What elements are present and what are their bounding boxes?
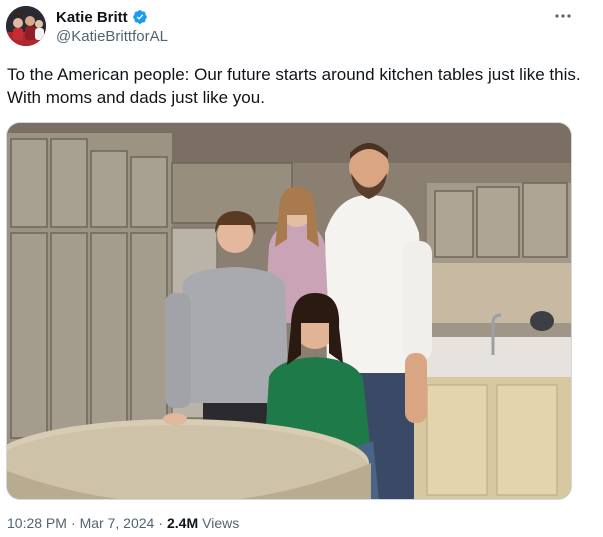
profile-photo-icon [6,6,46,46]
verified-badge-icon [132,9,148,25]
family-kitchen-photo-icon [7,123,571,499]
tweet-media-photo[interactable] [6,122,572,500]
display-name[interactable]: Katie Britt [56,9,128,26]
more-options-icon[interactable] [552,7,574,25]
tweet-card[interactable]: Katie Britt @KatieBrittforAL To the Amer… [0,0,603,537]
views-count: 2.4M [167,515,199,531]
tweet-metadata: 10:28 PM · Mar 7, 2024 · 2.4M Views [7,515,239,531]
views-label: Views [202,515,240,531]
tweet-time[interactable]: 10:28 PM [7,515,67,531]
avatar[interactable] [6,6,46,46]
tweet-date[interactable]: Mar 7, 2024 [80,515,155,531]
tweet-text: To the American people: Our future start… [7,65,581,107]
separator: · [158,515,163,531]
separator: · [70,515,76,531]
user-handle[interactable]: @KatieBrittforAL [56,28,168,45]
